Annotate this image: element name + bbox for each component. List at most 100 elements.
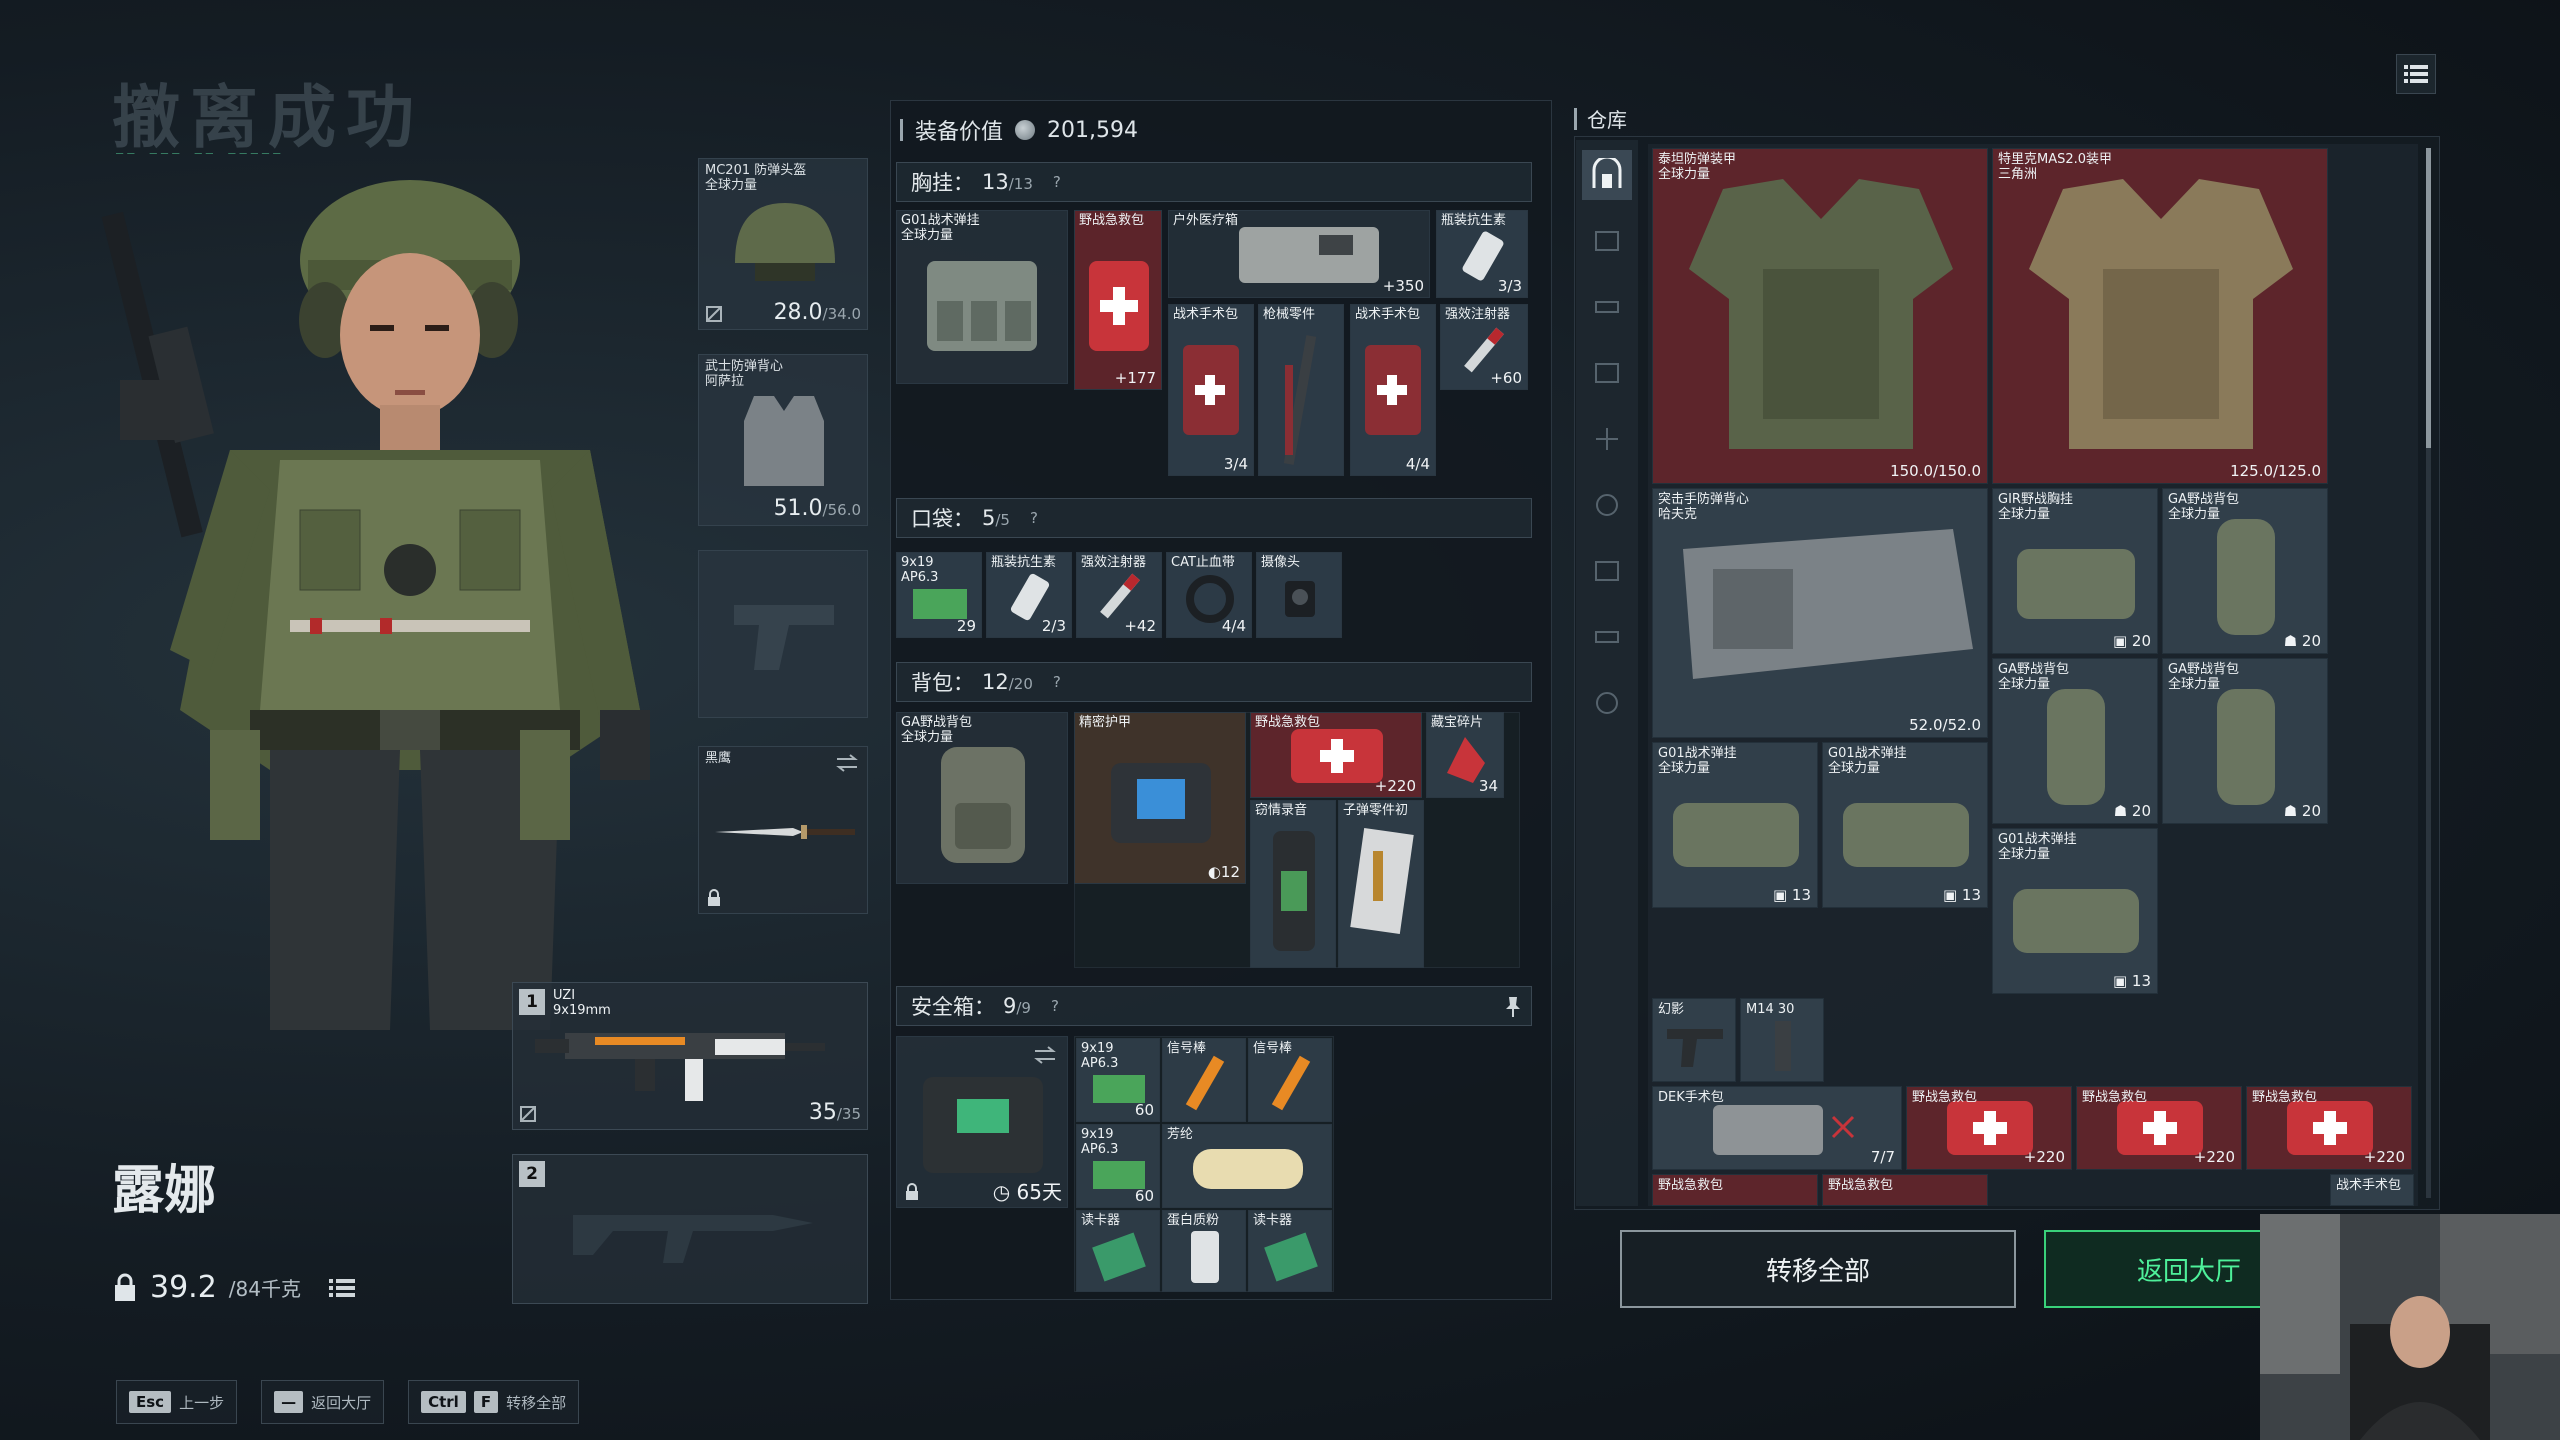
backpack-item[interactable]: 子弹零件初 — [1338, 800, 1424, 968]
storage-item[interactable]: GIR野战胸挂 全球力量 ▣ 20 — [1992, 488, 2158, 654]
storage-item[interactable]: 野战急救包 — [1822, 1174, 1988, 1206]
hotkey-back[interactable]: Esc 上一步 — [116, 1380, 238, 1424]
safebox-item[interactable]: 读卡器 — [1248, 1210, 1332, 1292]
rig-item[interactable]: 瓶装抗生素 3/3 — [1436, 210, 1528, 298]
storage-item[interactable]: G01战术弹挂 全球力量 ▣ 13 — [1822, 742, 1988, 908]
item-count: 34 — [1478, 777, 1498, 795]
swap-icon[interactable] — [1033, 1045, 1057, 1065]
scrollbar-thumb[interactable] — [2426, 148, 2431, 448]
item-durability: 150.0/150.0 — [1890, 462, 1981, 480]
list-icon[interactable] — [328, 1277, 355, 1299]
safebox-section-header[interactable]: 安全箱： 9/9 ? — [896, 986, 1532, 1026]
hotkey-return-lobby[interactable]: — 返回大厅 — [261, 1380, 385, 1424]
carry-weight: 39.2 /84千克 — [112, 1270, 355, 1305]
secondary-weapon-slot-empty[interactable]: 2 — [512, 1154, 868, 1304]
rig-item[interactable]: 户外医疗箱 +350 — [1168, 210, 1430, 298]
category-tab[interactable] — [1582, 216, 1632, 266]
safebox-item[interactable]: 信号棒 — [1162, 1038, 1246, 1122]
storage-item[interactable]: 幻影 — [1652, 998, 1736, 1082]
rig-section-header[interactable]: 胸挂： 13/13 ? — [896, 162, 1532, 202]
storage-item[interactable]: GA野战背包 全球力量 ☗ 20 — [2162, 658, 2328, 824]
category-tab[interactable] — [1582, 348, 1632, 398]
safebox-item[interactable]: 9x19 AP6.3 60 — [1076, 1038, 1160, 1122]
safebox-item[interactable]: 9x19 AP6.3 60 — [1076, 1124, 1160, 1208]
storage-item[interactable]: GA野战背包 全球力量 ☗ 20 — [1992, 658, 2158, 824]
safebox-item[interactable]: 信号棒 — [1248, 1038, 1332, 1122]
backpack-section-header[interactable]: 背包： 12/20 ? — [896, 662, 1532, 702]
swap-icon[interactable] — [835, 753, 859, 773]
pocket-item[interactable]: 瓶装抗生素 2/3 — [986, 552, 1072, 638]
safebox-item[interactable]: 蛋白质粉 — [1162, 1210, 1246, 1292]
rig-item[interactable]: 强效注射器 +60 — [1440, 304, 1528, 390]
storage-item[interactable]: 突击手防弹背心 哈夫克 52.0/52.0 — [1652, 488, 1988, 738]
category-icon — [1596, 494, 1618, 516]
storage-item[interactable]: G01战术弹挂 全球力量 ▣ 13 — [1652, 742, 1818, 908]
storage-item[interactable]: 野战急救包 +220 — [1906, 1086, 2072, 1170]
storage-item[interactable]: M14 30 — [1740, 998, 1824, 1082]
item-count: +42 — [1124, 617, 1156, 635]
pocket-item[interactable]: 强效注射器 +42 — [1076, 552, 1162, 638]
hotkey-key: Esc — [129, 1391, 172, 1413]
storage-item[interactable]: 野战急救包 — [1652, 1174, 1818, 1206]
rig-item[interactable]: 战术手术包 4/4 — [1350, 304, 1436, 476]
storage-item[interactable]: DEK手术包 7/7 — [1652, 1086, 1902, 1170]
storage-item[interactable]: 泰坦防弹装甲 全球力量 150.0/150.0 — [1652, 148, 1988, 484]
weapon-slot-number: 2 — [519, 1161, 545, 1187]
safebox-label: 安全箱： — [911, 995, 995, 1019]
transfer-all-button[interactable]: 转移全部 — [1620, 1230, 2016, 1308]
category-tab[interactable] — [1582, 546, 1632, 596]
backpack-item[interactable]: 窃情录音 — [1250, 800, 1336, 968]
lock-icon — [708, 889, 720, 906]
armor-slot[interactable]: 武士防弹背心 阿萨拉 51.0/56.0 — [698, 354, 868, 526]
pin-icon[interactable] — [1505, 997, 1521, 1017]
pocket-section-header[interactable]: 口袋： 5/5 ? — [896, 498, 1532, 538]
help-icon[interactable]: ? — [1053, 173, 1061, 191]
item-count: ◐12 — [1207, 863, 1240, 881]
category-tab[interactable] — [1582, 414, 1632, 464]
backpack-item[interactable]: 精密护甲 ◐12 — [1074, 712, 1246, 884]
pocket-item[interactable]: CAT止血带 4/4 — [1166, 552, 1252, 638]
backpack-item[interactable]: 野战急救包 +220 — [1250, 712, 1422, 798]
storage-item[interactable]: 特里克MAS2.0装甲 三角洲 125.0/125.0 — [1992, 148, 2328, 484]
backpack-item[interactable]: GA野战背包 全球力量 — [896, 712, 1068, 884]
safebox-capacity: 9/9 — [1003, 994, 1031, 1018]
storage-scrollbar[interactable] — [2426, 148, 2431, 1198]
melee-slot[interactable]: 黑鹰 — [698, 746, 868, 914]
category-all[interactable] — [1582, 150, 1632, 200]
weight-lock-icon — [115, 1273, 135, 1301]
item-count: 29 — [956, 617, 976, 635]
primary-weapon-slot[interactable]: 1 UZI 9x19mm 35/35 — [512, 982, 868, 1130]
chest-rig-icon — [927, 261, 1037, 351]
insured-icon — [520, 1106, 536, 1122]
pistol-slot-empty[interactable] — [698, 550, 868, 718]
safebox-item[interactable]: 芳纶 — [1162, 1124, 1332, 1208]
storage-item[interactable]: GA野战背包 全球力量 ☗ 20 — [2162, 488, 2328, 654]
category-tab[interactable] — [1582, 480, 1632, 530]
hotkey-transfer-all[interactable]: Ctrl F 转移全部 — [408, 1380, 580, 1424]
category-tab[interactable] — [1582, 612, 1632, 662]
help-icon[interactable]: ? — [1030, 509, 1038, 527]
menu-button[interactable] — [2396, 54, 2436, 94]
rig-item[interactable]: G01战术弹挂 全球力量 — [896, 210, 1068, 384]
pocket-item[interactable]: 摄像头 — [1256, 552, 1342, 638]
safebox-container[interactable]: ◷ 65天 — [896, 1036, 1068, 1208]
safebox-item[interactable]: 读卡器 — [1076, 1210, 1160, 1292]
list-icon — [2404, 65, 2428, 83]
category-tab[interactable] — [1582, 678, 1632, 728]
pocket-item[interactable]: 9x19 AP6.3 29 — [896, 552, 982, 638]
rig-item[interactable]: 野战急救包 +177 — [1074, 210, 1162, 390]
item-count: 2/3 — [1041, 617, 1066, 635]
storage-item[interactable]: 战术手术包 — [2330, 1174, 2414, 1206]
help-icon[interactable]: ? — [1053, 673, 1061, 691]
storage-item[interactable]: 野战急救包 +220 — [2076, 1086, 2242, 1170]
storage-item[interactable]: G01战术弹挂 全球力量 ▣ 13 — [1992, 828, 2158, 994]
storage-item[interactable]: 野战急救包 +220 — [2246, 1086, 2412, 1170]
rig-item[interactable]: 战术手术包 3/4 — [1168, 304, 1254, 476]
rig-item[interactable]: 枪械零件 — [1258, 304, 1344, 476]
helmet-slot[interactable]: MC201 防弹头盔 全球力量 28.0/34.0 — [698, 158, 868, 330]
gun-parts-icon — [1283, 335, 1317, 465]
backpack-item[interactable]: 藏宝碎片 34 — [1426, 712, 1504, 798]
help-icon[interactable]: ? — [1051, 997, 1059, 1015]
category-tab[interactable] — [1582, 282, 1632, 332]
hotkey-key: — — [274, 1391, 304, 1413]
